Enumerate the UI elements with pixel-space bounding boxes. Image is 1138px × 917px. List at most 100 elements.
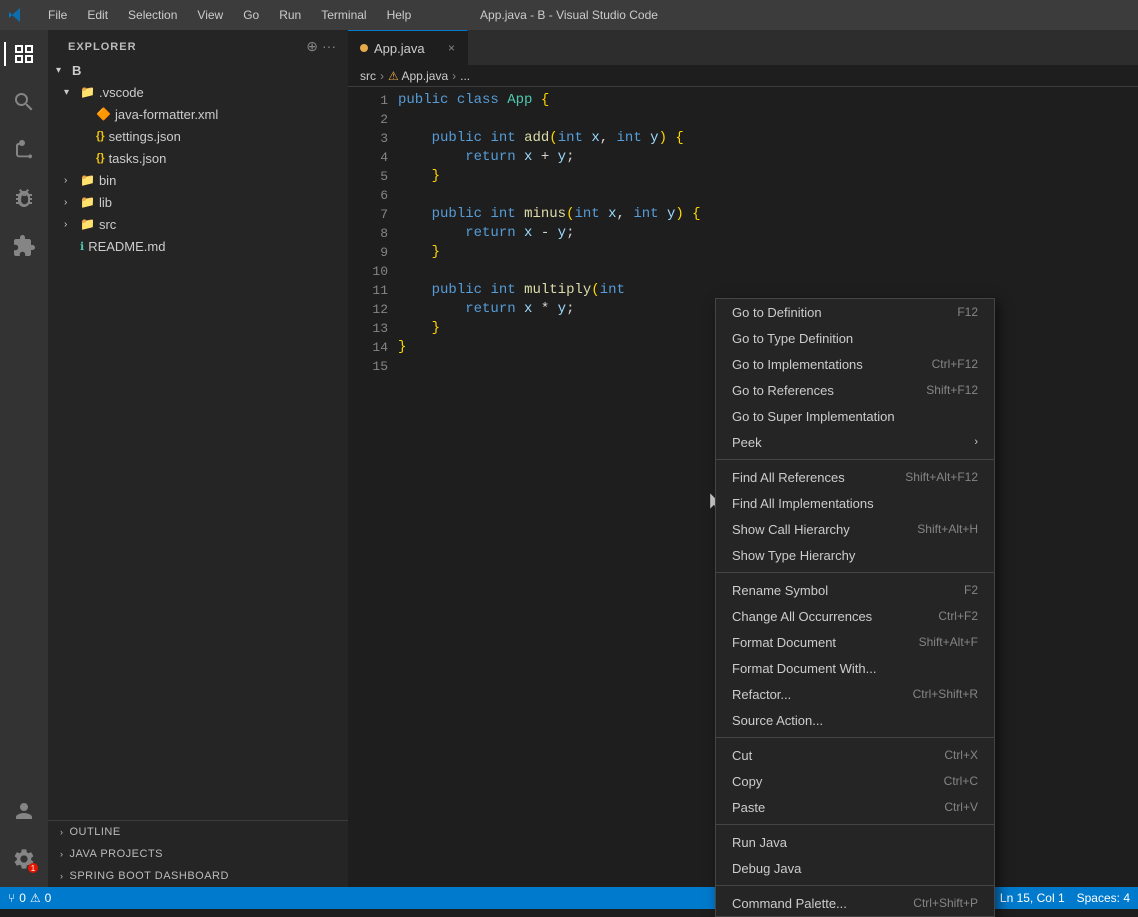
menu-go[interactable]: Go (235, 6, 267, 24)
new-file-icon[interactable]: ⊕ (306, 38, 318, 55)
ctx-goto-def[interactable]: Go to Definition F12 (716, 299, 994, 325)
tree-label-bin: bin (99, 173, 116, 188)
tree-item-readme[interactable]: › ℹ README.md (48, 235, 348, 257)
tab-filename: App.java (374, 41, 425, 56)
line-14: 14 (348, 338, 388, 357)
line-5: 5 (348, 167, 388, 186)
ctx-refactor-shortcut: Ctrl+Shift+R (913, 687, 978, 701)
breadcrumb-src[interactable]: src (360, 69, 376, 83)
settings-badge: 1 (28, 863, 38, 873)
ctx-goto-refs[interactable]: Go to References Shift+F12 (716, 377, 994, 403)
more-actions-icon[interactable]: ··· (322, 38, 336, 55)
tree-item-vscode[interactable]: ▾ 📁 .vscode (48, 81, 348, 103)
ctx-show-type[interactable]: Show Type Hierarchy (716, 542, 994, 568)
ctx-paste[interactable]: Paste Ctrl+V (716, 794, 994, 820)
menu-view[interactable]: View (189, 6, 231, 24)
line-9: 9 (348, 243, 388, 262)
tree-item-b[interactable]: ▾ B (48, 59, 348, 81)
ctx-copy[interactable]: Copy Ctrl+C (716, 768, 994, 794)
activity-search[interactable] (4, 82, 44, 122)
chevron-src: › (64, 219, 80, 230)
menu-help[interactable]: Help (379, 6, 420, 24)
status-position[interactable]: Ln 15, Col 1 (1000, 891, 1065, 905)
editor-tab-app-java[interactable]: App.java × (348, 30, 468, 65)
ctx-find-refs[interactable]: Find All References Shift+Alt+F12 (716, 464, 994, 490)
ctx-peek-label: Peek (732, 435, 974, 450)
line-2: 2 (348, 110, 388, 129)
menu-edit[interactable]: Edit (79, 6, 116, 24)
ctx-run-java[interactable]: Run Java (716, 829, 994, 855)
line-11: 11 (348, 281, 388, 300)
activity-extensions[interactable] (4, 226, 44, 266)
ctx-show-call-shortcut: Shift+Alt+H (917, 522, 978, 536)
ctx-find-impl[interactable]: Find All Implementations (716, 490, 994, 516)
ctx-show-call-label: Show Call Hierarchy (732, 522, 901, 537)
ctx-refactor[interactable]: Refactor... Ctrl+Shift+R (716, 681, 994, 707)
panel-java-label: JAVA PROJECTS (70, 848, 164, 860)
tree-item-java-formatter[interactable]: › 🔶 java-formatter.xml (48, 103, 348, 125)
chevron-spring-boot: › (60, 871, 64, 881)
tree-item-lib[interactable]: › 📁 lib (48, 191, 348, 213)
ctx-goto-super[interactable]: Go to Super Implementation (716, 403, 994, 429)
ctx-command-palette[interactable]: Command Palette... Ctrl+Shift+P (716, 890, 994, 916)
window-title: App.java - B - Visual Studio Code (480, 8, 658, 22)
panel-spring-boot[interactable]: › SPRING BOOT DASHBOARD (48, 865, 348, 887)
git-branch-icon: ⑂ (8, 891, 15, 905)
ctx-goto-type-def[interactable]: Go to Type Definition (716, 325, 994, 351)
code-line-2 (398, 110, 1138, 129)
activity-account[interactable] (4, 791, 44, 831)
ctx-source-action[interactable]: Source Action... (716, 707, 994, 733)
ctx-show-type-label: Show Type Hierarchy (732, 548, 978, 563)
activity-bar-bottom: 1 (4, 791, 44, 887)
menu-file[interactable]: File (40, 6, 75, 24)
menu-run[interactable]: Run (271, 6, 309, 24)
ctx-peek[interactable]: Peek › (716, 429, 994, 455)
ctx-paste-shortcut: Ctrl+V (944, 800, 978, 814)
ctx-cut-shortcut: Ctrl+X (944, 748, 978, 762)
ctx-format-with[interactable]: Format Document With... (716, 655, 994, 681)
panel-java-projects[interactable]: › JAVA PROJECTS (48, 843, 348, 865)
breadcrumb-more[interactable]: ... (460, 69, 470, 83)
tree-label-vscode: .vscode (99, 85, 144, 100)
menu-selection[interactable]: Selection (120, 6, 185, 24)
ctx-sep4 (716, 824, 994, 825)
ctx-rename-shortcut: F2 (964, 583, 978, 597)
activity-debug[interactable] (4, 178, 44, 218)
status-git[interactable]: ⑂ 0 ⚠ 0 (8, 891, 51, 905)
panel-outline[interactable]: › OUTLINE (48, 821, 348, 843)
code-line-4: return x + y; (398, 148, 1138, 167)
tab-close-button[interactable]: × (448, 41, 455, 55)
activity-explorer[interactable] (4, 34, 44, 74)
ctx-rename[interactable]: Rename Symbol F2 (716, 577, 994, 603)
ctx-goto-impl[interactable]: Go to Implementations Ctrl+F12 (716, 351, 994, 377)
activity-source-control[interactable] (4, 130, 44, 170)
sidebar-header: EXPLORER ⊕ ··· (48, 30, 348, 59)
spacer-tasks: › (80, 153, 96, 164)
breadcrumb-file[interactable]: ⚠ App.java (388, 69, 448, 83)
tree-item-tasks[interactable]: › {} tasks.json (48, 147, 348, 169)
ctx-change-all-shortcut: Ctrl+F2 (938, 609, 978, 623)
breadcrumb-sep2: › (452, 69, 456, 83)
tree-item-bin[interactable]: › 📁 bin (48, 169, 348, 191)
status-spaces[interactable]: Spaces: 4 (1077, 891, 1130, 905)
code-line-7: public int minus(int x, int y) { (398, 205, 1138, 224)
line-4: 4 (348, 148, 388, 167)
code-line-3: public int add(int x, int y) { (398, 129, 1138, 148)
menu-terminal[interactable]: Terminal (313, 6, 374, 24)
ctx-cut[interactable]: Cut Ctrl+X (716, 742, 994, 768)
tree-item-settings[interactable]: › {} settings.json (48, 125, 348, 147)
ctx-sep1 (716, 459, 994, 460)
activity-settings[interactable]: 1 (4, 839, 44, 879)
ctx-change-all[interactable]: Change All Occurrences Ctrl+F2 (716, 603, 994, 629)
ctx-sep3 (716, 737, 994, 738)
ctx-format-doc[interactable]: Format Document Shift+Alt+F (716, 629, 994, 655)
ctx-debug-java[interactable]: Debug Java (716, 855, 994, 881)
ctx-show-call[interactable]: Show Call Hierarchy Shift+Alt+H (716, 516, 994, 542)
sidebar-actions: ⊕ ··· (306, 38, 336, 55)
activity-bar: 1 (0, 30, 48, 887)
ctx-sep2 (716, 572, 994, 573)
code-line-10 (398, 262, 1138, 281)
tree-label-readme: README.md (88, 239, 165, 254)
title-bar: File Edit Selection View Go Run Terminal… (0, 0, 1138, 30)
tree-item-src[interactable]: › 📁 src (48, 213, 348, 235)
